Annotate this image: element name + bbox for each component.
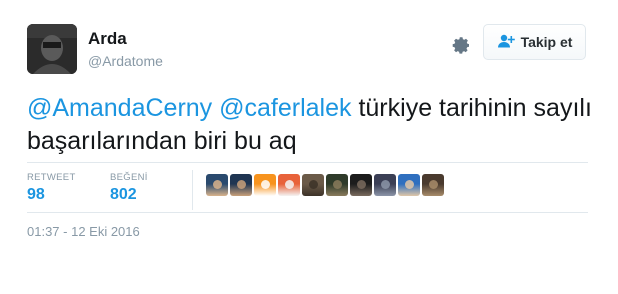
add-user-icon bbox=[497, 34, 515, 51]
mention-link[interactable]: @caferlalek bbox=[219, 94, 351, 122]
like-count: 802 bbox=[110, 186, 137, 203]
liker-avatar[interactable] bbox=[278, 174, 300, 196]
liker-avatar[interactable] bbox=[230, 174, 252, 196]
tweet-timestamp[interactable]: 01:37 - 12 Eki 2016 bbox=[27, 224, 140, 239]
likers-list bbox=[206, 174, 444, 196]
divider bbox=[192, 170, 193, 210]
like-stat[interactable]: BEĞENİ 802 bbox=[110, 172, 148, 204]
follow-button[interactable]: Takip et bbox=[483, 24, 586, 60]
gear-icon[interactable] bbox=[449, 33, 473, 57]
mention-link[interactable]: @AmandaCerny bbox=[27, 94, 212, 122]
liker-avatar[interactable] bbox=[206, 174, 228, 196]
liker-avatar[interactable] bbox=[326, 174, 348, 196]
retweet-count: 98 bbox=[27, 186, 45, 203]
divider bbox=[27, 162, 588, 163]
user-name[interactable]: Arda bbox=[88, 29, 127, 49]
liker-avatar[interactable] bbox=[350, 174, 372, 196]
liker-avatar[interactable] bbox=[398, 174, 420, 196]
divider bbox=[27, 212, 588, 213]
liker-avatar[interactable] bbox=[374, 174, 396, 196]
liker-avatar[interactable] bbox=[422, 174, 444, 196]
follow-button-label: Takip et bbox=[520, 34, 573, 50]
tweet-text: @AmandaCerny @caferlalek türkiye tarihin… bbox=[27, 92, 592, 158]
liker-avatar[interactable] bbox=[302, 174, 324, 196]
retweet-stat[interactable]: RETWEET 98 bbox=[27, 172, 76, 204]
like-label: BEĞENİ bbox=[110, 172, 148, 183]
retweet-label: RETWEET bbox=[27, 172, 76, 183]
avatar[interactable] bbox=[27, 24, 77, 74]
liker-avatar[interactable] bbox=[254, 174, 276, 196]
user-handle[interactable]: @Ardatome bbox=[88, 53, 163, 69]
